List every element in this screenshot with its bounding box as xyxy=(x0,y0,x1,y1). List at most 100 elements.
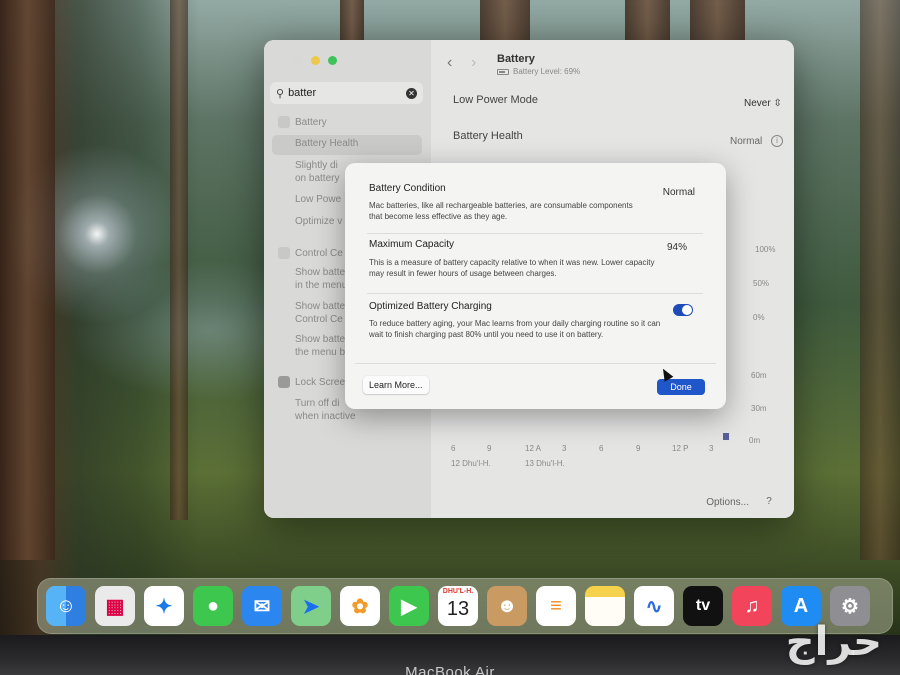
sidebar-item-control-center[interactable]: Control Ce xyxy=(295,248,343,259)
notes-icon[interactable] xyxy=(585,586,625,626)
optimized-charging-title: Optimized Battery Charging xyxy=(369,301,492,312)
safari-icon[interactable]: ✦ xyxy=(144,586,184,626)
sidebar-item-dim[interactable]: Slightly di xyxy=(295,160,338,171)
updown-chevron-icon: ⇳ xyxy=(773,98,782,109)
learn-more-button[interactable]: Learn More... xyxy=(363,376,429,394)
launchpad-icon[interactable]: ▦ xyxy=(95,586,135,626)
info-icon[interactable]: i xyxy=(771,135,783,147)
maps-icon[interactable]: ➤ xyxy=(291,586,331,626)
clear-search-icon[interactable]: ✕ xyxy=(406,87,417,99)
battery-condition-title: Battery Condition xyxy=(369,183,446,194)
divider xyxy=(367,233,703,234)
photos-icon[interactable]: ✿ xyxy=(340,586,380,626)
x-tick: 12 A xyxy=(525,444,542,453)
tree-trunk xyxy=(0,0,55,560)
window-controls xyxy=(294,56,337,65)
forward-chevron-icon[interactable]: › xyxy=(471,54,476,72)
tree-trunk xyxy=(480,0,530,45)
maximum-capacity-value: 94% xyxy=(666,242,687,253)
messages-icon[interactable]: ● xyxy=(193,586,233,626)
calendar-icon[interactable]: DHU'L-H. 13 xyxy=(438,586,478,626)
low-power-label: Low Power Mode xyxy=(453,94,538,106)
tree-trunk xyxy=(625,0,670,45)
tree-trunk xyxy=(170,0,188,520)
sidebar-item-lock-screen[interactable]: Lock Scree xyxy=(295,377,345,388)
freeform-icon[interactable]: ∿ xyxy=(634,586,674,626)
tree-trunk xyxy=(340,0,364,45)
contacts-icon[interactable]: ☻ xyxy=(487,586,527,626)
search-field[interactable]: ⚲ batter ✕ xyxy=(270,82,423,104)
sidebar-item-show-battery-2: in the menu xyxy=(295,280,348,291)
battery-level-icon xyxy=(497,68,509,75)
maximum-capacity-title: Maximum Capacity xyxy=(369,239,455,250)
reminders-icon[interactable]: ≡ xyxy=(536,586,576,626)
sidebar-item-show-battery[interactable]: Show batte xyxy=(295,267,345,278)
sidebar-item-show-battery-cc-2: Control Ce xyxy=(295,314,343,325)
sidebar-item-turn-off-2: when inactive xyxy=(295,411,356,422)
search-icon: ⚲ xyxy=(276,87,285,100)
low-power-select[interactable]: Never ⇳ xyxy=(744,98,782,109)
date-label: 12 Dhu'l-H. xyxy=(451,459,491,468)
sidebar-item-turn-off[interactable]: Turn off di xyxy=(295,398,339,409)
laptop-bezel: MacBook Air xyxy=(0,635,900,675)
zoom-window-button[interactable] xyxy=(328,56,337,65)
finder-icon[interactable]: ☺ xyxy=(46,586,86,626)
sidebar-item-show-battery-cc[interactable]: Show batte xyxy=(295,301,345,312)
x-tick: 9 xyxy=(636,444,641,453)
battery-health-value: Normal xyxy=(730,136,763,147)
appletv-icon[interactable]: tv xyxy=(683,586,723,626)
sidebar-item-battery[interactable]: Battery xyxy=(295,117,327,128)
control-center-icon xyxy=(278,247,290,259)
x-tick: 6 xyxy=(451,444,456,453)
axis-label-50: 50% xyxy=(753,279,770,288)
date-label: 13 Dhu'l-H. xyxy=(525,459,565,468)
usage-bar xyxy=(723,433,729,440)
tree-trunk xyxy=(690,0,745,45)
axis-label-0m: 0m xyxy=(749,436,761,445)
axis-label-100: 100% xyxy=(755,245,776,254)
divider xyxy=(367,293,703,294)
facetime-icon[interactable]: ▶ xyxy=(389,586,429,626)
sidebar-item-show-battery-menu-2: the menu b xyxy=(295,347,346,358)
battery-condition-description: Mac batteries, like all rechargeable bat… xyxy=(369,201,633,221)
axis-label-0: 0% xyxy=(753,313,765,322)
lock-icon xyxy=(278,376,290,388)
sidebar-item-show-battery-menu[interactable]: Show batte xyxy=(295,334,345,345)
sidebar-item-battery-health[interactable]: Battery Health xyxy=(295,138,358,149)
low-power-value: Never xyxy=(744,98,771,109)
optimized-charging-description: To reduce battery aging, your Mac learns… xyxy=(369,319,661,339)
battery-icon xyxy=(278,116,290,128)
x-tick: 6 xyxy=(599,444,604,453)
sidebar-item-optimize[interactable]: Optimize v xyxy=(295,216,342,227)
options-button[interactable]: Options... xyxy=(706,497,749,508)
axis-label-30m: 30m xyxy=(751,404,767,413)
calendar-day: 13 xyxy=(446,598,470,620)
minimize-window-button[interactable] xyxy=(311,56,320,65)
axis-label-60m: 60m xyxy=(751,371,767,380)
tree-trunk xyxy=(860,0,900,560)
help-button[interactable]: ? xyxy=(762,495,776,509)
battery-details-card: Battery Condition Normal Mac batteries, … xyxy=(359,175,711,363)
x-tick: 3 xyxy=(709,444,714,453)
music-icon[interactable]: ♫ xyxy=(732,586,772,626)
battery-level-text: Battery Level: 69% xyxy=(513,67,581,76)
battery-level-subtitle: Battery Level: 69% xyxy=(497,67,580,76)
appletv-label: tv xyxy=(695,597,711,614)
dock: ☺ ▦ ✦ ● ✉ ➤ ✿ ▶ DHU'L-H. 13 ☻ ≡ ∿ tv ♫ A… xyxy=(37,578,893,634)
divider xyxy=(355,363,716,364)
page-title: Battery xyxy=(497,53,535,65)
search-input[interactable]: batter xyxy=(288,87,316,99)
sidebar-item-dim-2: on battery xyxy=(295,173,340,184)
close-window-button[interactable] xyxy=(294,56,303,65)
optimized-charging-toggle[interactable] xyxy=(673,304,693,316)
mail-icon[interactable]: ✉ xyxy=(242,586,282,626)
battery-condition-value: Normal xyxy=(662,187,695,198)
calendar-month: DHU'L-H. xyxy=(442,588,474,595)
back-chevron-icon[interactable]: ‹ xyxy=(447,54,452,72)
device-label: MacBook Air xyxy=(405,664,495,675)
x-tick: 9 xyxy=(487,444,492,453)
battery-health-label: Battery Health xyxy=(453,130,523,142)
x-tick: 3 xyxy=(562,444,567,453)
maximum-capacity-description: This is a measure of battery capacity re… xyxy=(369,258,655,278)
sidebar-item-low-power[interactable]: Low Powe xyxy=(295,194,341,205)
